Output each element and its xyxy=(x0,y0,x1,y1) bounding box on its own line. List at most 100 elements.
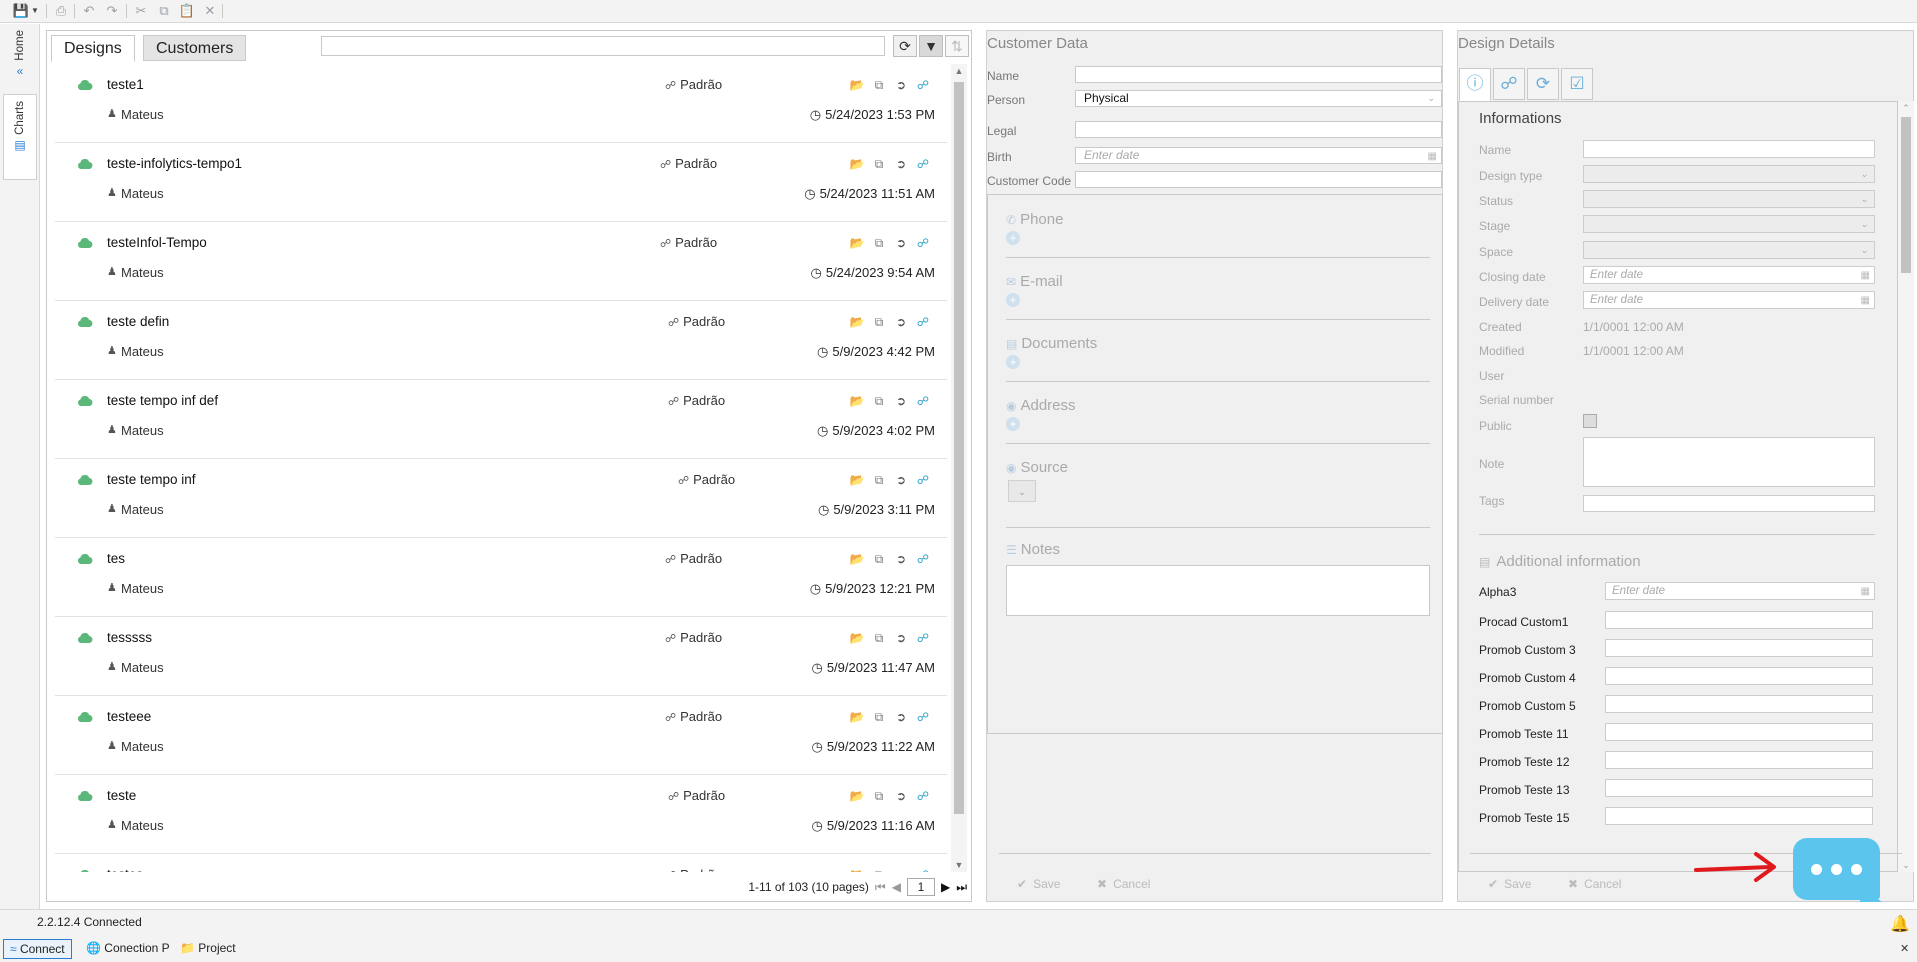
name-field[interactable] xyxy=(1075,66,1442,83)
design-row[interactable]: teste-infolytics-tempo1 ♟ Mateus ☍ Padrão ◷ 5/… xyxy=(55,143,947,222)
promob-teste13-field[interactable] xyxy=(1605,779,1873,797)
duplicate-icon[interactable]: ⧉ xyxy=(871,393,887,409)
export-icon[interactable]: ➲ xyxy=(893,314,909,330)
customer-cancel-button[interactable]: ✖ Cancel xyxy=(1097,877,1150,891)
share-network-icon[interactable]: ☍ xyxy=(915,393,931,409)
notes-textarea[interactable] xyxy=(1006,565,1430,616)
cut-icon[interactable]: ✂ xyxy=(132,2,150,20)
note-textarea[interactable] xyxy=(1583,437,1875,487)
delivery-date-field[interactable]: Enter date ▦ xyxy=(1583,291,1875,309)
save-icon[interactable]: 💾 xyxy=(12,2,30,20)
details-cancel-button[interactable]: ✖ Cancel xyxy=(1568,877,1621,891)
public-checkbox[interactable] xyxy=(1583,414,1597,428)
open-folder-icon[interactable]: 📂 xyxy=(849,314,865,330)
procad-custom1-field[interactable] xyxy=(1605,611,1873,629)
duplicate-icon[interactable]: ⧉ xyxy=(871,867,887,872)
duplicate-icon[interactable]: ⧉ xyxy=(871,314,887,330)
tab-customers[interactable]: Customers xyxy=(143,35,247,61)
export-icon[interactable]: ➲ xyxy=(893,77,909,93)
print-icon[interactable]: ⎙ xyxy=(52,2,70,20)
promob-custom3-field[interactable] xyxy=(1605,639,1873,657)
duplicate-icon[interactable]: ⧉ xyxy=(871,630,887,646)
filter-button[interactable]: ▼ xyxy=(919,35,943,57)
first-page-button[interactable]: ⏮ xyxy=(875,880,886,895)
share-network-icon[interactable]: ☍ xyxy=(915,630,931,646)
design-row[interactable]: teste1 ♟ Mateus ☍ Padrão ◷ 5/24/2023 1:53 PM 📂 ⧉… xyxy=(55,64,947,143)
promob-custom5-field[interactable] xyxy=(1605,695,1873,713)
add-address-icon[interactable]: + xyxy=(1006,417,1020,431)
tab-info[interactable]: ⓘ xyxy=(1459,68,1491,101)
search-input[interactable] xyxy=(321,36,885,56)
promob-teste12-field[interactable] xyxy=(1605,751,1873,769)
scroll-down-arrow[interactable]: ▼ xyxy=(951,858,967,872)
open-folder-icon[interactable]: 📂 xyxy=(849,709,865,725)
details-scroll-thumb[interactable] xyxy=(1901,117,1911,273)
open-folder-icon[interactable]: 📂 xyxy=(849,551,865,567)
calendar-icon[interactable]: ▦ xyxy=(1861,584,1870,600)
share-network-icon[interactable]: ☍ xyxy=(915,472,931,488)
sort-button[interactable]: ⇅ xyxy=(945,35,969,57)
copy-icon[interactable]: ⧉ xyxy=(155,2,173,20)
tab-workflow[interactable]: ☍ xyxy=(1493,68,1525,100)
export-icon[interactable]: ➲ xyxy=(893,156,909,172)
duplicate-icon[interactable]: ⧉ xyxy=(871,156,887,172)
design-row[interactable]: testeee ♟ Mateus ☍ Padrão ◷ 5/9/2023 11:22 AM 📂… xyxy=(55,696,947,775)
design-type-select[interactable]: ⌄ xyxy=(1583,165,1875,183)
open-folder-icon[interactable]: 📂 xyxy=(849,156,865,172)
design-list-scrollbar[interactable]: ▲ ▼ xyxy=(951,64,967,872)
last-page-button[interactable]: ⏭ xyxy=(956,880,967,895)
export-icon[interactable]: ➲ xyxy=(893,472,909,488)
promob-custom4-field[interactable] xyxy=(1605,667,1873,685)
save-dropdown-icon[interactable]: ▼ xyxy=(30,2,40,20)
share-network-icon[interactable]: ☍ xyxy=(915,709,931,725)
design-row[interactable]: testes ☍ Padrão 📂 ⧉ ➲ ☍ xyxy=(55,854,947,872)
stage-select[interactable]: ⌄ xyxy=(1583,215,1875,233)
delete-icon[interactable]: ✕ xyxy=(201,2,219,20)
open-folder-icon[interactable]: 📂 xyxy=(849,867,865,872)
design-row[interactable]: teste ♟ Mateus ☍ Padrão ◷ 5/9/2023 11:16 AM 📂 ⧉ ➲… xyxy=(55,775,947,854)
customer-code-field[interactable] xyxy=(1075,171,1442,188)
open-folder-icon[interactable]: 📂 xyxy=(849,472,865,488)
prev-page-button[interactable]: ◀ xyxy=(892,880,901,894)
calendar-icon[interactable]: ▦ xyxy=(1861,293,1870,309)
detail-name-field[interactable] xyxy=(1583,140,1875,158)
duplicate-icon[interactable]: ⧉ xyxy=(871,235,887,251)
closing-date-field[interactable]: Enter date ▦ xyxy=(1583,266,1875,284)
rail-tab-charts[interactable]: Charts ▤ xyxy=(3,94,37,180)
details-scroll-up[interactable]: ⌃ xyxy=(1898,101,1914,115)
redo-icon[interactable]: ↷ xyxy=(103,2,121,20)
duplicate-icon[interactable]: ⧉ xyxy=(871,472,887,488)
calendar-icon[interactable]: ▦ xyxy=(1861,268,1870,284)
source-dropdown[interactable]: ⌄ xyxy=(1008,480,1036,502)
tab-history[interactable]: ⟳ xyxy=(1527,68,1559,100)
open-folder-icon[interactable]: 📂 xyxy=(849,77,865,93)
add-email-icon[interactable]: + xyxy=(1006,293,1020,307)
design-row[interactable]: teste tempo inf def ♟ Mateus ☍ Padrão ◷ 5/9/20… xyxy=(55,380,947,459)
paste-icon[interactable]: 📋 xyxy=(178,2,196,20)
status-select[interactable]: ⌄ xyxy=(1583,190,1875,208)
export-icon[interactable]: ➲ xyxy=(893,788,909,804)
duplicate-icon[interactable]: ⧉ xyxy=(871,551,887,567)
rail-tab-home[interactable]: Home « xyxy=(3,30,37,90)
design-row[interactable]: teste defin ♟ Mateus ☍ Padrão ◷ 5/9/2023 4:42 … xyxy=(55,301,947,380)
export-icon[interactable]: ➲ xyxy=(893,551,909,567)
add-document-icon[interactable]: + xyxy=(1006,355,1020,369)
refresh-button[interactable]: ⟳ xyxy=(893,35,917,57)
details-scrollbar[interactable]: ⌃ ⌄ xyxy=(1898,101,1914,872)
calendar-icon[interactable]: ▦ xyxy=(1428,149,1437,164)
tab-checklist[interactable]: ☑ xyxy=(1561,68,1593,100)
customer-save-button[interactable]: ✔ Save xyxy=(1017,877,1060,891)
open-folder-icon[interactable]: 📂 xyxy=(849,788,865,804)
page-number-input[interactable]: 1 xyxy=(906,878,935,896)
bell-icon[interactable]: 🔔 xyxy=(1890,914,1910,934)
undo-icon[interactable]: ↶ xyxy=(80,2,98,20)
share-network-icon[interactable]: ☍ xyxy=(915,235,931,251)
alpha3-date-field[interactable]: Enter date ▦ xyxy=(1605,582,1875,600)
birth-date-field[interactable]: Enter date ▦ xyxy=(1075,147,1442,164)
tags-field[interactable] xyxy=(1583,495,1875,512)
open-folder-icon[interactable]: 📂 xyxy=(849,630,865,646)
share-network-icon[interactable]: ☍ xyxy=(915,77,931,93)
design-row[interactable]: tesssss ♟ Mateus ☍ Padrão ◷ 5/9/2023 11:47 AM 📂… xyxy=(55,617,947,696)
taskbar-conection[interactable]: 🌐 Conection P xyxy=(82,939,174,959)
taskbar-project[interactable]: 📁 Project xyxy=(176,939,240,959)
